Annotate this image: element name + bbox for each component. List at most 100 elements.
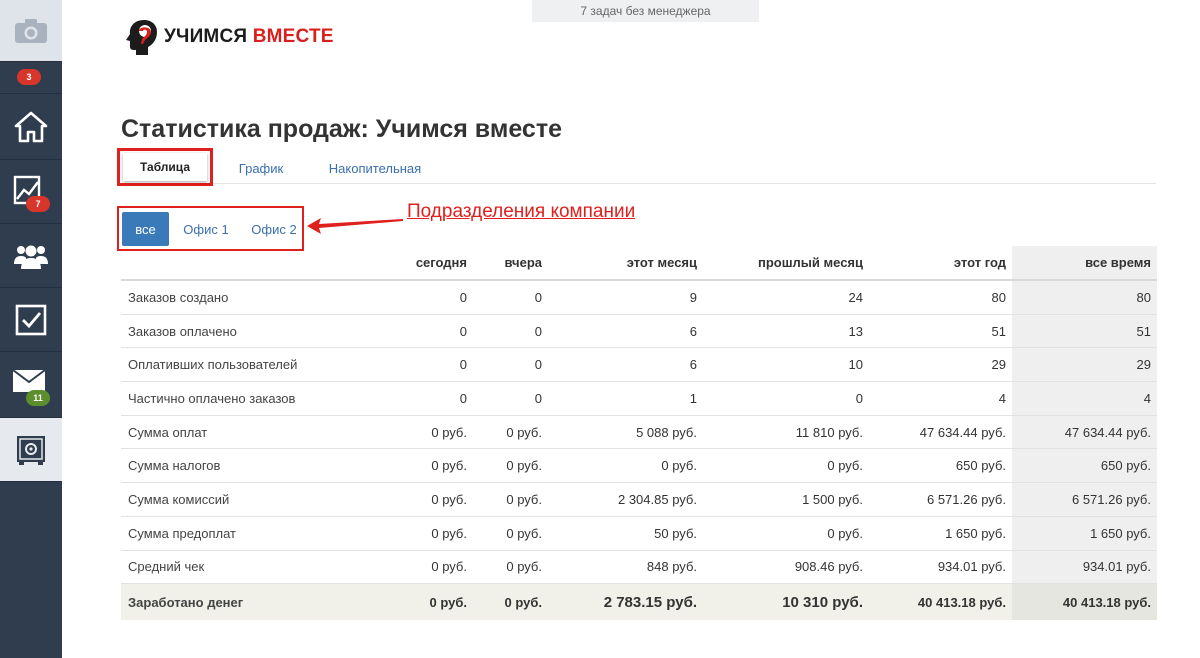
table-cell: 0 руб. bbox=[661, 458, 697, 474]
table-cell: 1 650 руб. bbox=[1012, 516, 1157, 550]
logo-word-2: ВМЕСТЕ bbox=[252, 26, 334, 47]
view-tabs: Таблица График Накопительная bbox=[117, 148, 1156, 186]
table-cell: 0 bbox=[459, 357, 467, 373]
notification-badge: 7 bbox=[26, 196, 50, 212]
logo-text: УЧИМСЯ ВМЕСТЕ bbox=[164, 26, 334, 48]
table-cell: 0 bbox=[855, 390, 863, 406]
table-cell: 80 bbox=[991, 289, 1006, 305]
table-cell: 5 088 руб. bbox=[636, 424, 697, 440]
annotation-label: Подразделения компании bbox=[407, 201, 636, 222]
table-cell: 9 bbox=[689, 289, 697, 305]
table-cell: 650 руб. bbox=[955, 458, 1006, 474]
header-cell-all-time[interactable]: все время bbox=[1012, 246, 1157, 279]
table-cell: 6 bbox=[689, 357, 697, 373]
header-cell-last-month[interactable]: прошлый месяц bbox=[703, 246, 869, 279]
table-cell: 29 bbox=[991, 357, 1006, 373]
sidebar-item-camera[interactable] bbox=[0, 0, 62, 62]
table-cell: 24 bbox=[848, 289, 863, 305]
row-label: Сумма налогов bbox=[128, 458, 221, 474]
table-cell: 47 634.44 руб. bbox=[1012, 415, 1157, 449]
table-cell: 0 руб. bbox=[827, 458, 863, 474]
checkbox-icon bbox=[15, 304, 47, 335]
tab-table[interactable]: Таблица bbox=[123, 153, 207, 181]
table-row: Заказов создано 0 0 9 24 80 80 bbox=[121, 281, 1157, 315]
table-cell: 6 571.26 руб. bbox=[926, 491, 1006, 507]
unassigned-tasks-notice[interactable]: 7 задач без менеджера bbox=[532, 0, 759, 22]
table-cell: 1 650 руб. bbox=[945, 525, 1006, 541]
table-cell: 0 bbox=[459, 289, 467, 305]
table-cell: 0 руб. bbox=[827, 525, 863, 541]
table-row: Сумма налогов 0 руб. 0 руб. 0 руб. 0 руб. 650… bbox=[121, 449, 1157, 484]
row-label: Заказов оплачено bbox=[128, 323, 237, 339]
table-cell: 908.46 руб. bbox=[794, 559, 863, 575]
annotation-arrow-icon bbox=[307, 218, 403, 234]
table-cell: 29 bbox=[1012, 348, 1157, 382]
sidebar-item-safe[interactable] bbox=[0, 418, 62, 482]
table-cell: 10 bbox=[848, 357, 863, 373]
total-cell: 2 783.15 руб. bbox=[603, 593, 697, 611]
camera-icon bbox=[15, 18, 47, 43]
total-cell: 40 413.18 руб. bbox=[1012, 584, 1157, 621]
table-cell: 934.01 руб. bbox=[1012, 550, 1157, 584]
sidebar-item-users[interactable] bbox=[0, 224, 62, 288]
row-label: Средний чек bbox=[128, 559, 205, 575]
tab-cumulative[interactable]: Накопительная bbox=[327, 152, 423, 184]
table-row: Средний чек 0 руб. 0 руб. 848 руб. 908.46 ру… bbox=[121, 550, 1157, 585]
table-cell: 0 руб. bbox=[431, 491, 467, 507]
header-cell-today[interactable]: сегодня bbox=[391, 246, 473, 279]
table-row: Оплативших пользователей 0 0 6 10 29 29 bbox=[121, 348, 1157, 383]
filter-office-2-button[interactable]: Офис 2 bbox=[249, 212, 299, 246]
table-cell: 47 634.44 руб. bbox=[919, 424, 1006, 440]
total-cell: 0 руб. bbox=[429, 594, 467, 610]
table-row: Сумма оплат 0 руб. 0 руб. 5 088 руб. 11 810 … bbox=[121, 415, 1157, 450]
table-row: Сумма предоплат 0 руб. 0 руб. 50 руб. 0 руб.… bbox=[121, 516, 1157, 551]
notice-text: 7 задач без менеджера bbox=[580, 4, 711, 18]
header-cell-this-month[interactable]: этот месяц bbox=[548, 246, 703, 279]
table-cell: 51 bbox=[991, 323, 1006, 339]
table-row: Сумма комиссий 0 руб. 0 руб. 2 304.85 руб. 1… bbox=[121, 483, 1157, 517]
logo-head-icon bbox=[126, 20, 157, 55]
total-label: Заработано денег bbox=[128, 594, 244, 610]
table-cell: 0 bbox=[459, 390, 467, 406]
users-icon bbox=[14, 245, 48, 269]
table-cell: 0 руб. bbox=[431, 424, 467, 440]
table-cell: 80 bbox=[1012, 281, 1157, 314]
table-cell: 4 bbox=[998, 390, 1006, 406]
table-cell: 51 bbox=[1012, 314, 1157, 348]
table-cell: 13 bbox=[848, 323, 863, 339]
total-cell: 10 310 руб. bbox=[782, 593, 863, 611]
table-cell: 650 руб. bbox=[1012, 449, 1157, 483]
filter-all-button[interactable]: все bbox=[122, 212, 169, 246]
table-row: Заказов оплачено 0 0 6 13 51 51 bbox=[121, 314, 1157, 349]
table-cell: 0 руб. bbox=[506, 491, 542, 507]
table-cell: 4 bbox=[1012, 382, 1157, 415]
brand-logo[interactable]: УЧИМСЯ ВМЕСТЕ bbox=[124, 18, 334, 56]
table-cell: 6 571.26 руб. bbox=[1012, 483, 1157, 516]
table-cell: 1 500 руб. bbox=[802, 491, 863, 507]
row-label: Частично оплачено заказов bbox=[128, 390, 296, 406]
table-cell: 0 руб. bbox=[506, 424, 542, 440]
table-header-row: сегодня вчера этот месяц прошлый месяц э… bbox=[121, 246, 1157, 281]
sidebar-item-tasks[interactable] bbox=[0, 288, 62, 352]
header-cell-this-year[interactable]: этот год bbox=[869, 246, 1012, 279]
sidebar-item-statistics[interactable]: 7 bbox=[0, 160, 62, 224]
notification-badge: 3 bbox=[17, 69, 41, 85]
notification-badge: 11 bbox=[26, 390, 50, 406]
mail-icon bbox=[12, 368, 46, 392]
table-cell: 0 bbox=[534, 390, 542, 406]
tab-graph[interactable]: График bbox=[233, 152, 289, 184]
table-cell: 0 руб. bbox=[506, 525, 542, 541]
table-cell: 0 bbox=[534, 323, 542, 339]
filter-office-1-button[interactable]: Офис 1 bbox=[179, 212, 233, 246]
table-cell: 0 bbox=[534, 289, 542, 305]
sidebar-camera-badge-row: 3 bbox=[0, 62, 62, 94]
home-icon bbox=[14, 111, 48, 142]
row-label: Сумма оплат bbox=[128, 424, 208, 440]
table-row: Частично оплачено заказов 0 0 1 0 4 4 bbox=[121, 382, 1157, 416]
sidebar-item-mail[interactable]: 11 bbox=[0, 352, 62, 418]
table-cell: 0 руб. bbox=[431, 525, 467, 541]
tab-table-highlight: Таблица bbox=[117, 148, 213, 186]
header-cell-yesterday[interactable]: вчера bbox=[473, 246, 548, 279]
sidebar-item-home[interactable] bbox=[0, 94, 62, 160]
page-title: Статистика продаж: Учимся вместе bbox=[121, 115, 562, 143]
